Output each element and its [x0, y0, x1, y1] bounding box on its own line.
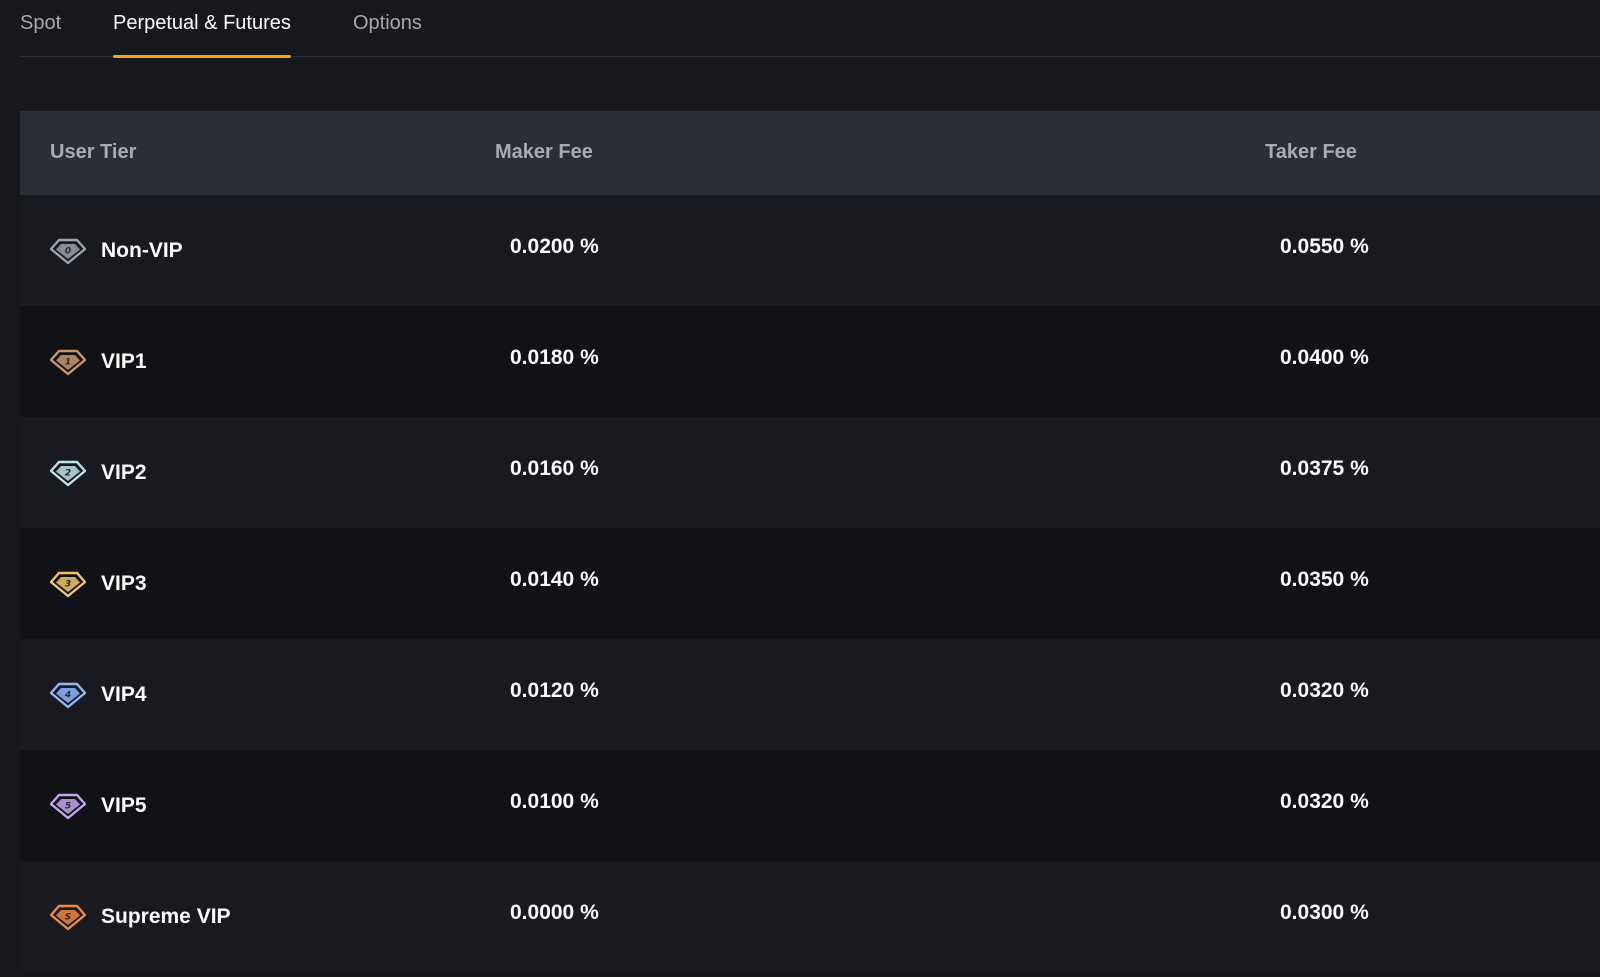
taker-fee-value: 0.0350 %: [1280, 567, 1369, 591]
svg-text:1: 1: [65, 357, 71, 367]
vip-4-badge-icon: 4: [50, 681, 86, 709]
table-row: 2 VIP2 0.0160 % 0.0375 %: [20, 417, 1600, 528]
table-header: User Tier Maker Fee Taker Fee: [20, 111, 1600, 195]
taker-fee-value: 0.0320 %: [1280, 678, 1369, 702]
tab-spot[interactable]: Spot: [20, 10, 61, 57]
taker-fee-value: 0.0400 %: [1280, 345, 1369, 369]
tier-name: VIP5: [101, 793, 147, 817]
tab-options[interactable]: Options: [353, 10, 422, 57]
maker-fee-value: 0.0000 %: [510, 900, 599, 924]
tier-name: VIP1: [101, 349, 147, 373]
tier-name: Non-VIP: [101, 238, 183, 262]
header-taker-fee: Taker Fee: [1265, 141, 1357, 163]
table-row: 0 Non-VIP 0.0200 % 0.0550 %: [20, 195, 1600, 306]
vip-1-badge-icon: 1: [50, 348, 86, 376]
fee-rate-page: Spot Perpetual & Futures Options User Ti…: [0, 0, 1600, 977]
maker-fee-value: 0.0140 %: [510, 567, 599, 591]
svg-text:4: 4: [64, 690, 71, 700]
maker-fee-value: 0.0100 %: [510, 789, 599, 813]
taker-fee-value: 0.0550 %: [1280, 234, 1369, 258]
tier-cell: 1 VIP1: [50, 306, 147, 417]
svg-text:2: 2: [65, 468, 71, 478]
vip-2-badge-icon: 2: [50, 459, 86, 487]
tier-name: Supreme VIP: [101, 904, 231, 928]
fee-table: User Tier Maker Fee Taker Fee 0 Non-VIP 0.…: [20, 111, 1600, 972]
header-user-tier: User Tier: [50, 141, 137, 163]
taker-fee-value: 0.0300 %: [1280, 900, 1369, 924]
tier-name: VIP3: [101, 571, 147, 595]
tier-cell: 3 VIP3: [50, 528, 147, 639]
tier-cell: 4 VIP4: [50, 639, 147, 750]
svg-text:3: 3: [65, 579, 71, 589]
table-body: 0 Non-VIP 0.0200 % 0.0550 % 1 VIP1 0.0180 % 0.0…: [20, 195, 1600, 972]
header-maker-fee: Maker Fee: [495, 141, 593, 163]
tier-cell: 5 VIP5: [50, 750, 147, 861]
tier-cell: S Supreme VIP: [50, 861, 231, 972]
tier-name: VIP2: [101, 460, 147, 484]
tier-name: VIP4: [101, 682, 147, 706]
vip-5-badge-icon: 5: [50, 792, 86, 820]
table-row: 5 VIP5 0.0100 % 0.0320 %: [20, 750, 1600, 861]
table-row: 1 VIP1 0.0180 % 0.0400 %: [20, 306, 1600, 417]
tab-perpetual-futures[interactable]: Perpetual & Futures: [113, 10, 291, 58]
maker-fee-value: 0.0120 %: [510, 678, 599, 702]
market-tabs: Spot Perpetual & Futures Options: [20, 0, 1600, 58]
vip-3-badge-icon: 3: [50, 570, 86, 598]
tier-cell: 2 VIP2: [50, 417, 147, 528]
tier-cell: 0 Non-VIP: [50, 195, 183, 306]
maker-fee-value: 0.0160 %: [510, 456, 599, 480]
svg-text:5: 5: [65, 801, 71, 811]
table-row: S Supreme VIP 0.0000 % 0.0300 %: [20, 861, 1600, 972]
svg-text:S: S: [65, 912, 71, 922]
supreme-vip-badge-icon: S: [50, 903, 86, 931]
maker-fee-value: 0.0200 %: [510, 234, 599, 258]
vip-0-badge-icon: 0: [50, 237, 86, 265]
table-row: 3 VIP3 0.0140 % 0.0350 %: [20, 528, 1600, 639]
svg-text:0: 0: [65, 246, 71, 256]
maker-fee-value: 0.0180 %: [510, 345, 599, 369]
taker-fee-value: 0.0320 %: [1280, 789, 1369, 813]
table-row: 4 VIP4 0.0120 % 0.0320 %: [20, 639, 1600, 750]
taker-fee-value: 0.0375 %: [1280, 456, 1369, 480]
